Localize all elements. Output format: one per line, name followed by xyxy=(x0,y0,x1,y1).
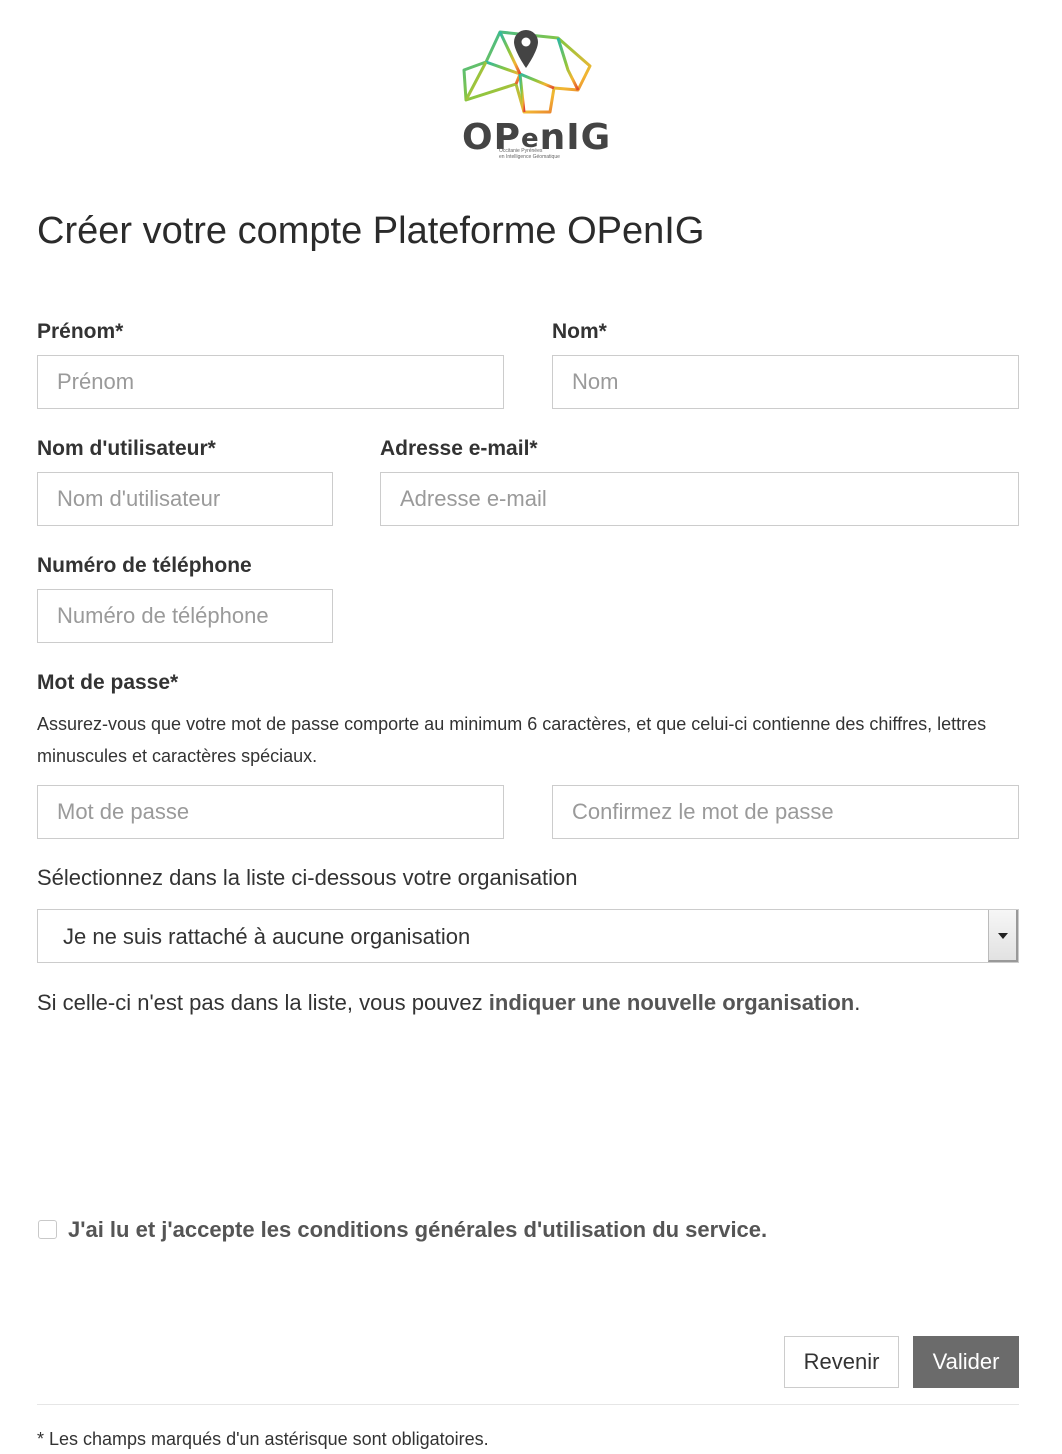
username-label: Nom d'utilisateur* xyxy=(37,437,216,460)
first-name-input[interactable] xyxy=(37,355,504,409)
password-input[interactable] xyxy=(37,785,504,839)
first-name-label: Prénom* xyxy=(37,320,124,343)
openig-logo: OPenIG Occitanie Pyrénées en Intelligenc… xyxy=(458,26,610,166)
email-input[interactable] xyxy=(380,472,1019,526)
phone-label: Numéro de téléphone xyxy=(37,554,252,577)
phone-input[interactable] xyxy=(37,589,333,643)
last-name-input[interactable] xyxy=(552,355,1019,409)
page-title: Créer votre compte Plateforme OPenIG xyxy=(37,210,705,252)
required-fields-footnote: * Les champs marqués d'un astérisque son… xyxy=(37,1429,489,1449)
back-button[interactable]: Revenir xyxy=(784,1336,899,1388)
password-confirm-input[interactable] xyxy=(552,785,1019,839)
dropdown-arrow-button[interactable] xyxy=(988,910,1018,962)
password-hint: Assurez-vous que votre mot de passe comp… xyxy=(37,714,987,766)
password-label: Mot de passe* xyxy=(37,671,179,694)
signup-page: OPenIG Occitanie Pyrénées en Intelligenc… xyxy=(0,0,1062,1454)
organisation-label: Sélectionnez dans la liste ci-dessous vo… xyxy=(37,865,578,890)
organisation-note: Si celle-ci n'est pas dans la liste, vou… xyxy=(37,990,861,1015)
username-input[interactable] xyxy=(37,472,333,526)
terms-label[interactable]: J'ai lu et j'accepte les conditions géné… xyxy=(68,1217,767,1243)
new-organisation-link[interactable]: indiquer une nouvelle organisation xyxy=(489,990,854,1015)
organisation-select[interactable]: Je ne suis rattaché à aucune organisatio… xyxy=(37,909,1019,963)
email-label: Adresse e-mail* xyxy=(380,437,538,460)
chevron-down-icon xyxy=(998,933,1008,939)
organisation-selected-value: Je ne suis rattaché à aucune organisatio… xyxy=(63,924,471,949)
map-pin-polygon-icon xyxy=(462,30,592,114)
terms-checkbox[interactable] xyxy=(38,1220,57,1239)
submit-button[interactable]: Valider xyxy=(913,1336,1019,1388)
divider xyxy=(37,1404,1019,1405)
last-name-label: Nom* xyxy=(552,320,607,343)
logo-tagline: Occitanie Pyrénées en Intelligence Géoma… xyxy=(499,148,560,160)
